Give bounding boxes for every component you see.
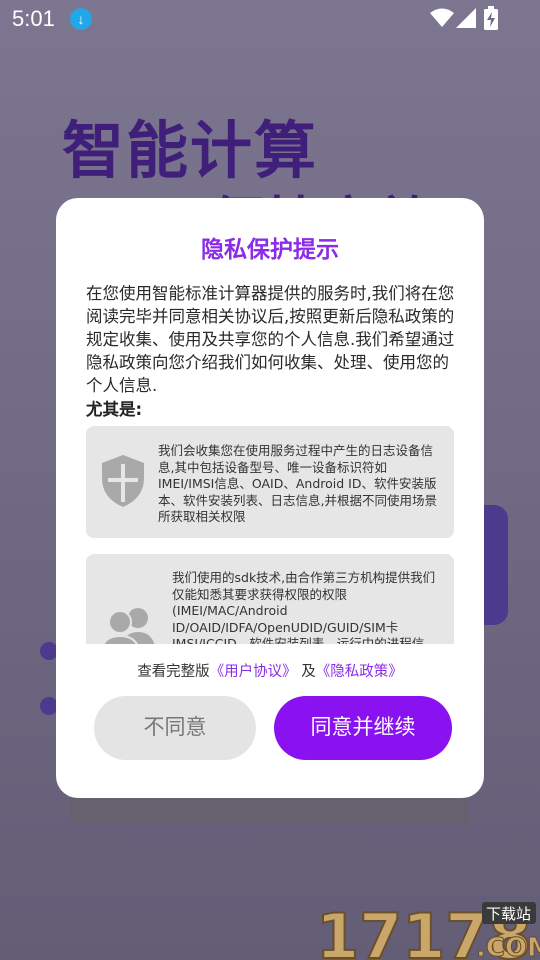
intro-text: 在您使用智能标准计算器提供的服务时,我们将在您阅读完毕并同意相关协议后,按照更新… [86,284,455,395]
background-title: 智能计算 [62,114,319,187]
dialog-title: 隐私保护提示 [201,237,339,263]
disagree-button[interactable]: 不同意 [94,696,256,760]
download-icon: ↓ [70,8,92,30]
battery-charging-icon [484,6,498,30]
permission-card-text: 我们会收集您在使用服务过程中产生的日志设备信息,其中包括设备型号、唯一设备标识符… [158,443,437,524]
permission-card: 我们使用的sdk技术,由合作第三方机构提供我们仅能知悉其要求获得权限的权限(IM… [86,554,454,644]
agreement-links: 查看完整版《用户协议》 及《隐私政策》 [56,660,484,681]
signal-icon [456,8,476,28]
especially-label: 尤其是: [86,400,143,419]
svg-text:.COM: .COM [476,933,540,960]
links-conjunction: 及 [301,664,316,680]
privacy-policy-link[interactable]: 《隐私政策》 [316,664,403,680]
status-bar: 5:01 ↓ [0,0,540,38]
privacy-dialog: 隐私保护提示 在您使用智能标准计算器提供的服务时,我们将在您阅读完毕并同意相关协… [56,198,484,798]
shield-icon [102,455,144,507]
user-agreement-link[interactable]: 《用户协议》 [210,664,297,680]
users-icon [102,608,155,644]
agree-continue-button[interactable]: 同意并继续 [274,696,452,760]
watermark-logo: 17178 下载站 .COM [315,899,540,960]
permission-card-text: 我们使用的sdk技术,由合作第三方机构提供我们仅能知悉其要求获得权限的权限(IM… [172,570,436,644]
permission-list[interactable]: 我们会收集您在使用服务过程中产生的日志设备信息,其中包括设备型号、唯一设备标识符… [86,426,454,644]
status-time: 5:01 [12,6,55,31]
permission-card: 我们会收集您在使用服务过程中产生的日志设备信息,其中包括设备型号、唯一设备标识符… [86,426,454,538]
links-prefix: 查看完整版 [137,664,210,680]
svg-text:下载站: 下载站 [486,905,531,923]
wifi-icon [430,8,454,27]
